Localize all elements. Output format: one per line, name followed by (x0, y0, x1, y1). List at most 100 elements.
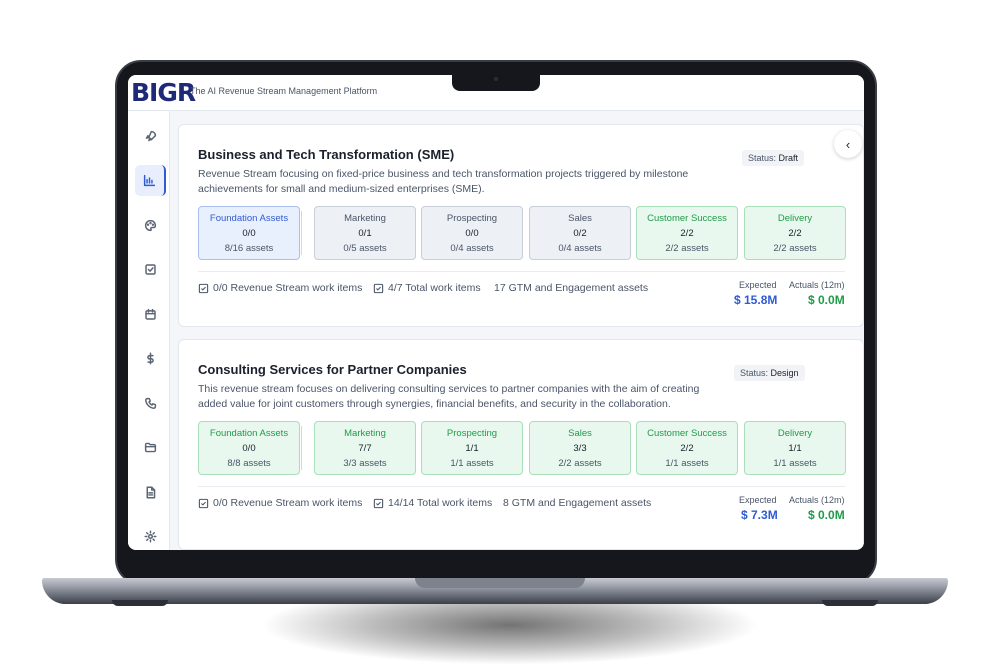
work-items-text: 0/0 Revenue Stream work items (213, 282, 363, 294)
tile-divider (301, 211, 302, 255)
tile-assets: 1/1 assets (773, 458, 817, 469)
nav-phone-icon[interactable] (135, 388, 166, 419)
nav-settings-icon[interactable] (135, 521, 166, 550)
stage-tile-marketing[interactable]: Marketing 7/7 3/3 assets (314, 421, 416, 475)
stage-tile-foundation-assets[interactable]: Foundation Assets 0/0 8/16 assets (198, 206, 300, 260)
status-label: Status: (748, 153, 777, 163)
collapse-panel-button[interactable]: ‹ (834, 130, 862, 158)
chevron-left-icon: ‹ (845, 136, 851, 152)
expected-value: $ 7.3M (741, 508, 778, 522)
tile-name: Customer Success (647, 428, 727, 439)
stream-title[interactable]: Consulting Services for Partner Companie… (198, 362, 467, 377)
tile-divider (301, 426, 302, 470)
stage-tile-sales[interactable]: Sales 0/2 0/4 assets (529, 206, 631, 260)
nav-checkbox-icon[interactable] (135, 254, 166, 285)
stage-tile-customer-success[interactable]: Customer Success 2/2 1/1 assets (636, 421, 738, 475)
stage-tile-foundation-assets[interactable]: Foundation Assets 0/0 8/8 assets (198, 421, 300, 475)
tile-assets: 2/2 assets (558, 458, 602, 469)
gtm-assets-text: 17 GTM and Engagement assets (494, 282, 649, 294)
tile-assets: 2/2 assets (665, 243, 709, 254)
revenue-stream-card[interactable]: Consulting Services for Partner Companie… (178, 339, 864, 550)
stage-tile-delivery[interactable]: Delivery 2/2 2/2 assets (744, 206, 846, 260)
tile-assets: 8/16 assets (224, 243, 274, 254)
tile-name: Marketing (344, 428, 386, 439)
nav-palette-icon[interactable] (135, 210, 166, 241)
stage-tile-prospecting[interactable]: Prospecting 0/0 0/4 assets (421, 206, 523, 260)
actuals-label: Actuals (12m) (789, 495, 845, 505)
laptop-base-notch (415, 578, 585, 588)
total-items-text: 14/14 Total work items (388, 497, 493, 509)
revenue-stream-card[interactable]: Business and Tech Transformation (SME) R… (178, 124, 864, 327)
tile-assets: 0/4 assets (558, 243, 602, 254)
tile-name: Foundation Assets (209, 428, 289, 439)
tile-value: 1/1 (788, 443, 802, 454)
app-screen: BIGR The AI Revenue Stream Management Pl… (128, 75, 864, 550)
divider (198, 486, 845, 487)
tile-name: Sales (568, 213, 592, 224)
tile-assets: 1/1 assets (665, 458, 709, 469)
expected-label: Expected (739, 495, 777, 505)
tile-name: Sales (568, 428, 592, 439)
tile-assets: 2/2 assets (773, 243, 817, 254)
nav-document-icon[interactable] (135, 477, 166, 508)
checkbox-icon (198, 283, 209, 293)
nav-dollar-icon[interactable] (135, 343, 166, 374)
nav-folder-icon[interactable] (135, 432, 166, 463)
status-badge: Status: Design (734, 365, 805, 381)
actuals-label: Actuals (12m) (789, 280, 845, 290)
tile-name: Marketing (344, 213, 386, 224)
status-label: Status: (740, 368, 769, 378)
tile-name: Customer Success (647, 213, 727, 224)
tile-name: Prospecting (446, 213, 498, 224)
checkbox-icon (198, 498, 209, 508)
stage-tile-delivery[interactable]: Delivery 1/1 1/1 assets (744, 421, 846, 475)
laptop-foot-right (822, 600, 878, 606)
tile-value: 0/0 (242, 443, 256, 454)
divider (198, 271, 845, 272)
tile-name: Foundation Assets (209, 213, 289, 224)
screen-notch (452, 75, 540, 91)
nav-chart-icon[interactable] (135, 165, 166, 196)
checkbox-icon (373, 283, 384, 293)
work-items-stat: 0/0 Revenue Stream work items (198, 497, 362, 509)
stream-title[interactable]: Business and Tech Transformation (SME) (198, 147, 454, 162)
stage-tile-customer-success[interactable]: Customer Success 2/2 2/2 assets (636, 206, 738, 260)
checkbox-icon (373, 498, 384, 508)
tile-value: 1/1 (465, 443, 479, 454)
product-mockup: BIGR The AI Revenue Stream Management Pl… (0, 0, 1000, 666)
actuals-value: $ 0.0M (808, 508, 845, 522)
status-value: Draft (778, 153, 799, 163)
tile-name: Delivery (777, 428, 813, 439)
camera-icon (494, 77, 498, 81)
stage-tile-marketing[interactable]: Marketing 0/1 0/5 assets (314, 206, 416, 260)
total-items-stat: 14/14 Total work items (373, 497, 492, 509)
tile-value: 0/2 (573, 228, 587, 239)
total-items-stat: 4/7 Total work items (373, 282, 481, 294)
sidebar (128, 111, 170, 550)
tile-value: 3/3 (573, 443, 587, 454)
actuals-value: $ 0.0M (808, 293, 845, 307)
gtm-assets-stat: 17 GTM and Engagement assets (494, 282, 648, 294)
tile-value: 0/1 (358, 228, 372, 239)
app-logo[interactable]: BIGR (131, 78, 196, 107)
tile-assets: 8/8 assets (227, 458, 271, 469)
stream-description: Revenue Stream focusing on fixed-price b… (198, 168, 689, 195)
tile-assets: 0/4 assets (450, 243, 494, 254)
stage-tile-sales[interactable]: Sales 3/3 2/2 assets (529, 421, 631, 475)
tile-value: 7/7 (358, 443, 372, 454)
tile-assets: 0/5 assets (343, 243, 387, 254)
main-content: Business and Tech Transformation (SME) R… (170, 111, 864, 550)
gtm-assets-stat: 8 GTM and Engagement assets (503, 497, 651, 509)
expected-label: Expected (739, 280, 777, 290)
tile-value: 2/2 (680, 228, 694, 239)
nav-rocket-icon[interactable] (135, 121, 166, 152)
nav-calendar-icon[interactable] (135, 299, 166, 330)
stream-description: This revenue stream focuses on deliverin… (198, 383, 700, 410)
status-value: Design (770, 368, 799, 378)
stage-tile-prospecting[interactable]: Prospecting 1/1 1/1 assets (421, 421, 523, 475)
tile-value: 0/0 (242, 228, 256, 239)
total-items-text: 4/7 Total work items (388, 282, 481, 294)
status-badge: Status: Draft (742, 150, 805, 166)
tile-value: 2/2 (788, 228, 802, 239)
expected-value: $ 15.8M (734, 293, 778, 307)
